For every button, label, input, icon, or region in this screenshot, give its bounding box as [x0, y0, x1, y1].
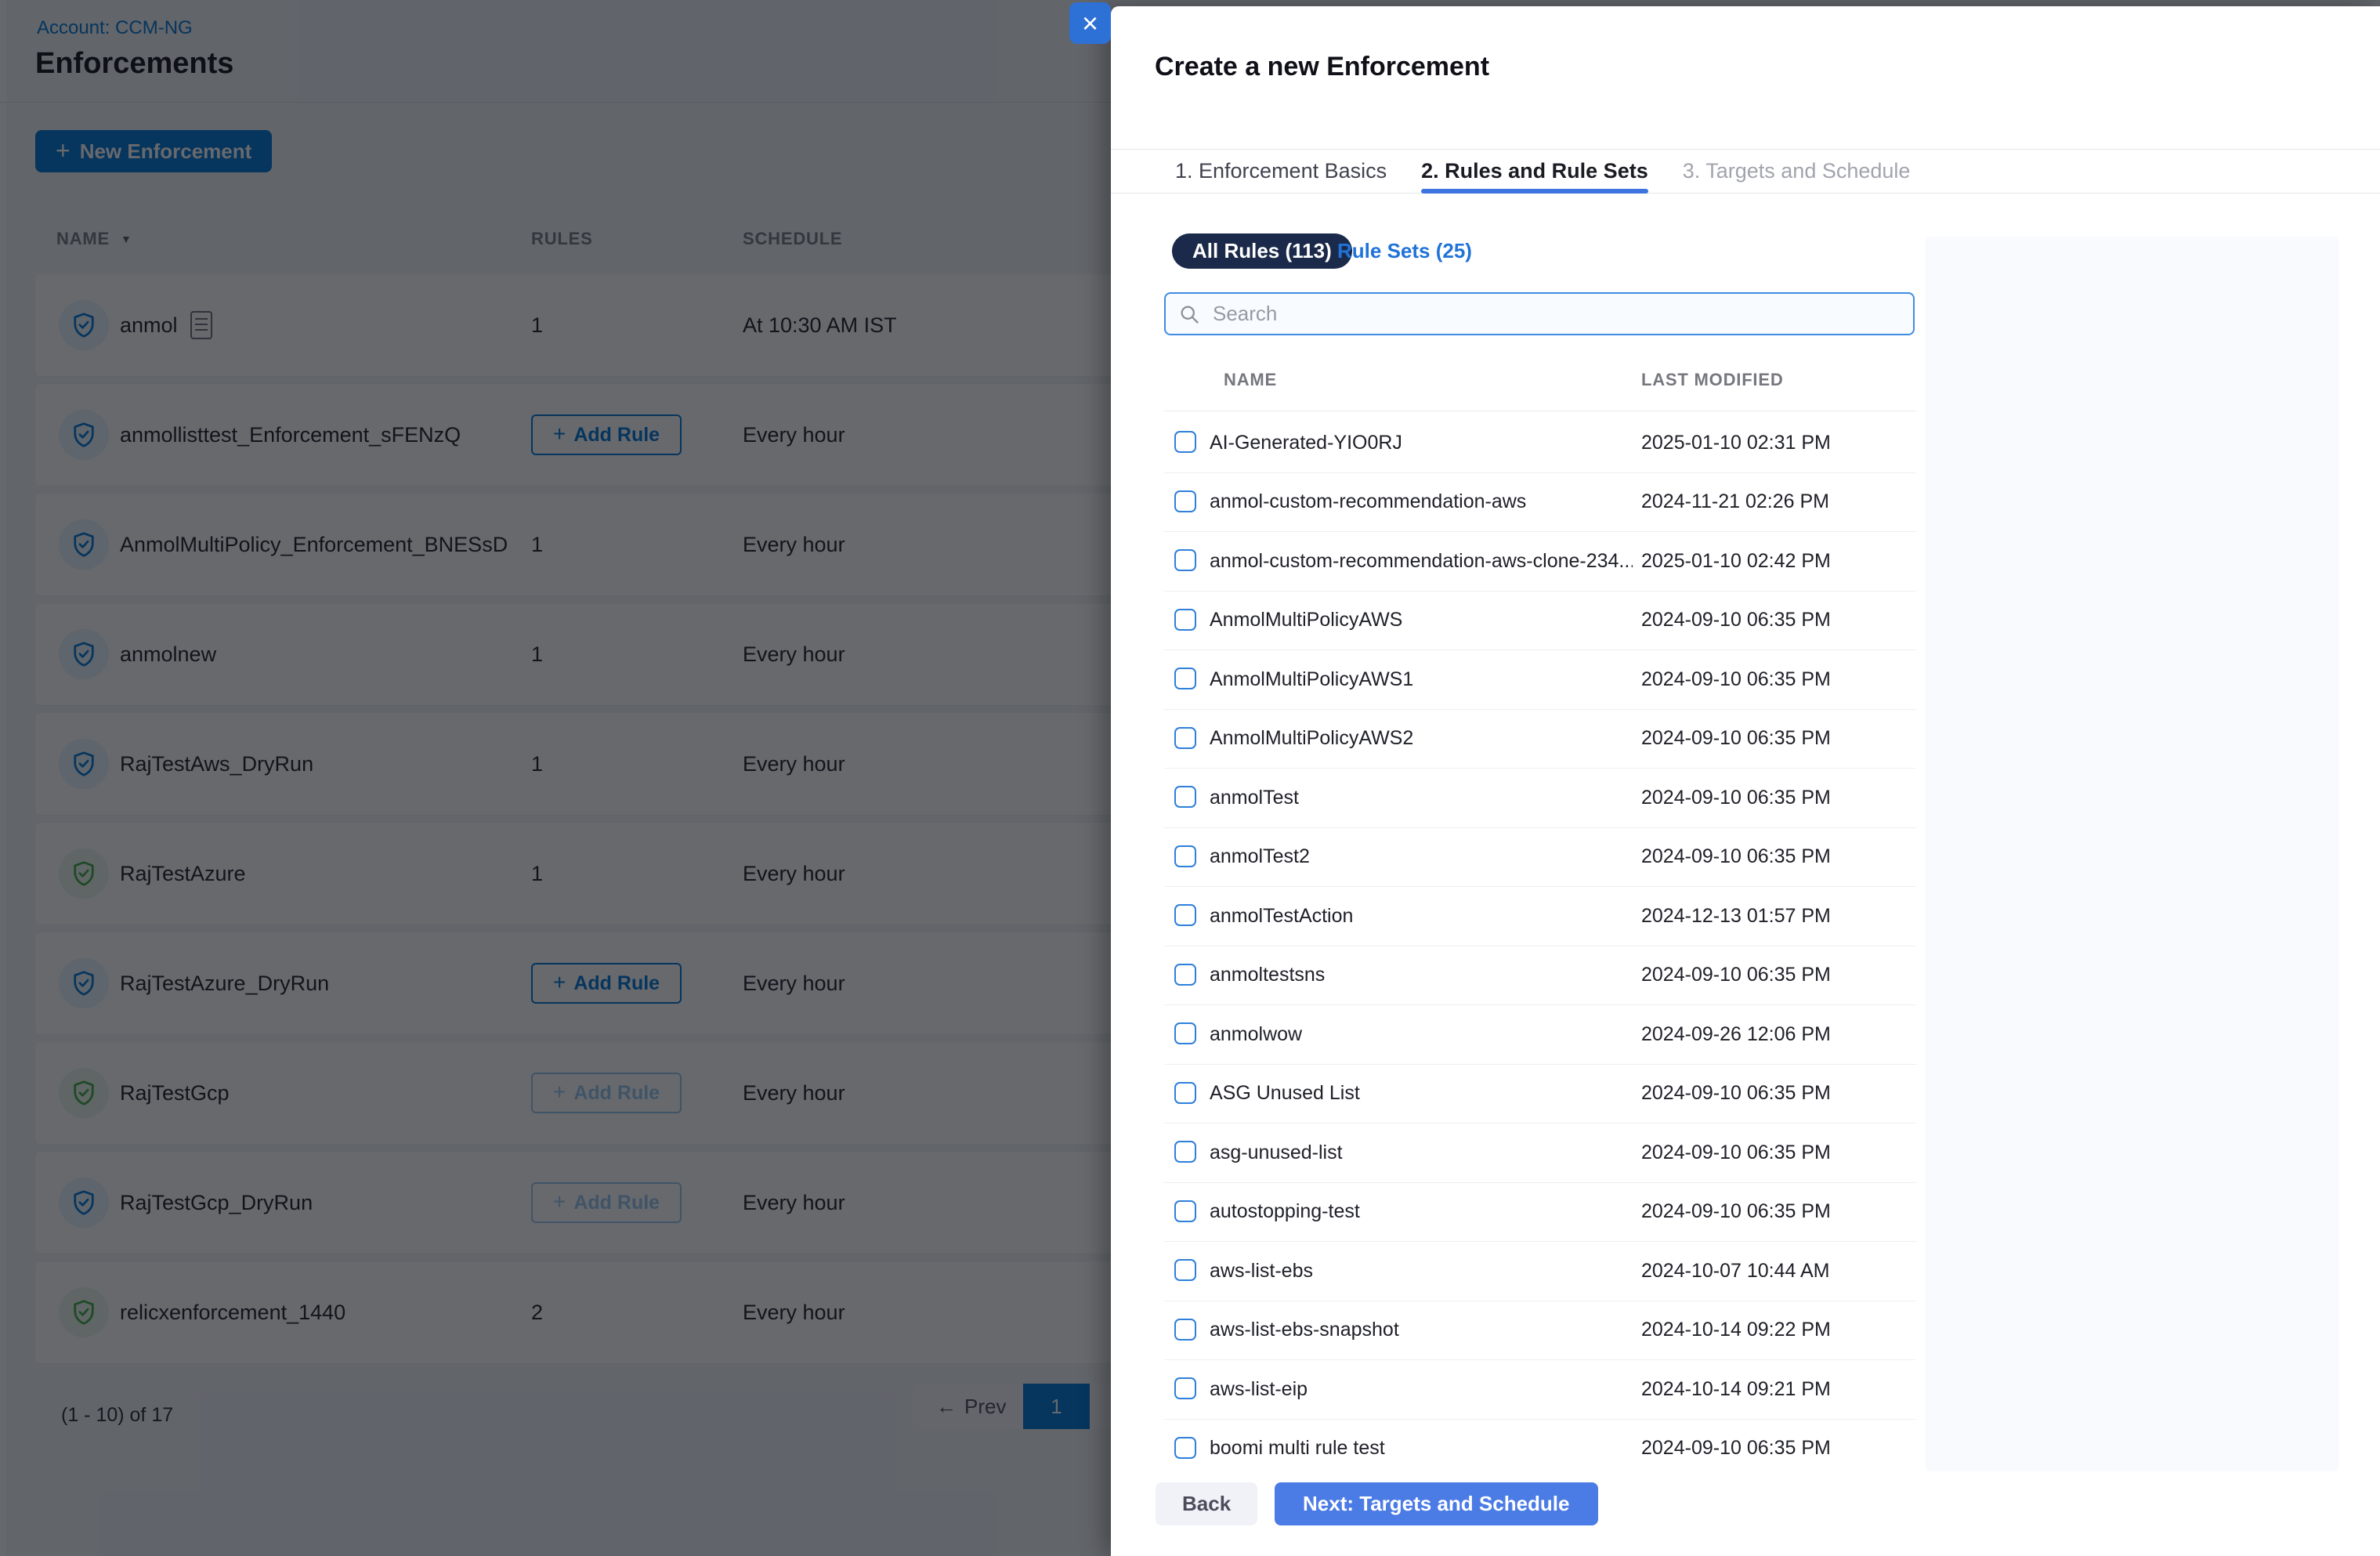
rule-name: autostopping-test [1210, 1200, 1360, 1222]
rule-row[interactable]: anmolTestAction 2024-12-13 01:57 PM [1164, 887, 1916, 946]
rule-row[interactable]: anmolTest2 2024-09-10 06:35 PM [1164, 828, 1916, 887]
rule-name: aws-list-ebs [1210, 1259, 1313, 1282]
rule-name: AnmolMultiPolicyAWS2 [1210, 727, 1414, 749]
rule-last-modified: 2024-09-10 06:35 PM [1641, 964, 1831, 986]
drawer-title: Create a new Enforcement [1155, 52, 1490, 81]
rule-last-modified: 2024-09-10 06:35 PM [1641, 727, 1831, 749]
rule-last-modified: 2024-09-26 12:06 PM [1641, 1022, 1831, 1045]
rule-row[interactable]: AnmolMultiPolicyAWS2 2024-09-10 06:35 PM [1164, 710, 1916, 769]
close-icon: × [1081, 6, 1099, 39]
rule-row[interactable]: aws-list-eip 2024-10-14 09:21 PM [1164, 1360, 1916, 1420]
rule-name: anmol-custom-recommendation-aws [1210, 490, 1527, 512]
rule-row[interactable]: anmolwow 2024-09-26 12:06 PM [1164, 1005, 1916, 1065]
back-button[interactable]: Back [1156, 1482, 1258, 1525]
rules-search-box[interactable] [1164, 292, 1915, 335]
rule-row[interactable]: aws-list-ebs-snapshot 2024-10-14 09:22 P… [1164, 1301, 1916, 1360]
rule-row[interactable]: anmoltestsns 2024-09-10 06:35 PM [1164, 946, 1916, 1005]
rule-checkbox[interactable] [1174, 726, 1196, 749]
rule-row[interactable]: AI-Generated-YIO0RJ 2025-01-10 02:31 PM [1164, 414, 1916, 473]
next-targets-schedule-button[interactable]: Next: Targets and Schedule [1275, 1482, 1598, 1525]
create-enforcement-drawer: × Create a new Enforcement 1. Enforcemen… [1069, 2, 2380, 1556]
wizard-tabs: 1. Enforcement Basics 2. Rules and Rule … [1111, 149, 2380, 194]
rule-name: anmol-custom-recommendation-aws-clone-23… [1210, 549, 1633, 572]
drawer-footer: Back Next: Targets and Schedule [1111, 1482, 2380, 1556]
active-tab-underline [1421, 189, 1648, 194]
rule-last-modified: 2024-11-21 02:26 PM [1641, 490, 1829, 512]
rule-checkbox[interactable] [1174, 963, 1196, 986]
rule-last-modified: 2024-09-10 06:35 PM [1641, 786, 1831, 809]
rule-checkbox[interactable] [1174, 1200, 1196, 1222]
rule-checkbox[interactable] [1174, 490, 1196, 512]
rule-row[interactable]: asg-unused-list 2024-09-10 06:35 PM [1164, 1124, 1916, 1183]
rule-name: anmolTest [1210, 786, 1299, 809]
rule-last-modified: 2024-09-10 06:35 PM [1641, 1141, 1831, 1163]
rule-checkbox[interactable] [1174, 431, 1196, 453]
rule-name: anmoltestsns [1210, 964, 1326, 986]
rule-name: boomi multi rule test [1210, 1437, 1385, 1459]
rules-list: AI-Generated-YIO0RJ 2025-01-10 02:31 PM … [1164, 414, 1916, 1478]
rule-last-modified: 2025-01-10 02:31 PM [1641, 431, 1831, 454]
rule-checkbox[interactable] [1174, 786, 1196, 808]
rule-row[interactable]: anmol-custom-recommendation-aws 2024-11-… [1164, 473, 1916, 532]
rule-checkbox[interactable] [1174, 608, 1196, 631]
rule-last-modified: 2024-09-10 06:35 PM [1641, 1082, 1831, 1104]
rule-name: aws-list-ebs-snapshot [1210, 1319, 1399, 1341]
rule-checkbox[interactable] [1174, 1022, 1196, 1044]
rule-checkbox[interactable] [1174, 1259, 1196, 1281]
rule-last-modified: 2024-10-14 09:22 PM [1641, 1319, 1831, 1341]
rule-checkbox[interactable] [1174, 549, 1196, 571]
rule-row[interactable]: autostopping-test 2024-09-10 06:35 PM [1164, 1183, 1916, 1242]
rule-checkbox[interactable] [1174, 904, 1196, 926]
rule-row[interactable]: ASG Unused List 2024-09-10 06:35 PM [1164, 1065, 1916, 1124]
all-rules-toggle[interactable]: All Rules (113) [1172, 233, 1352, 269]
close-drawer-button[interactable]: × [1069, 2, 1111, 44]
search-input[interactable] [1211, 301, 1901, 327]
rule-row[interactable]: aws-list-ebs 2024-10-07 10:44 AM [1164, 1242, 1916, 1301]
rule-last-modified: 2024-10-14 09:21 PM [1641, 1377, 1831, 1400]
rule-checkbox[interactable] [1174, 668, 1196, 689]
rule-checkbox[interactable] [1174, 1377, 1196, 1399]
rule-last-modified: 2024-09-10 06:35 PM [1641, 609, 1831, 631]
tab-enforcement-basics[interactable]: 1. Enforcement Basics [1175, 150, 1387, 193]
rule-last-modified: 2024-09-10 06:35 PM [1641, 1437, 1831, 1459]
rule-row[interactable]: anmolTest 2024-09-10 06:35 PM [1164, 769, 1916, 828]
rule-name: AnmolMultiPolicyAWS1 [1210, 668, 1414, 690]
rule-name: asg-unused-list [1210, 1141, 1343, 1163]
rules-column-name: NAME [1224, 370, 1277, 389]
rule-row[interactable]: anmol-custom-recommendation-aws-clone-23… [1164, 532, 1916, 592]
rule-row[interactable]: AnmolMultiPolicyAWS1 2024-09-10 06:35 PM [1164, 650, 1916, 710]
rule-name: AI-Generated-YIO0RJ [1210, 431, 1402, 454]
rule-name: anmolTest2 [1210, 845, 1310, 867]
rule-last-modified: 2024-09-10 06:35 PM [1641, 845, 1831, 867]
search-icon [1181, 306, 1199, 324]
rule-checkbox[interactable] [1174, 845, 1196, 867]
rule-name: AnmolMultiPolicyAWS [1210, 609, 1403, 631]
rule-name: aws-list-eip [1210, 1377, 1308, 1400]
rule-sets-toggle[interactable]: Rule Sets (25) [1333, 233, 1477, 269]
rule-last-modified: 2024-09-10 06:35 PM [1641, 1200, 1831, 1222]
rule-name: ASG Unused List [1210, 1082, 1360, 1104]
rule-checkbox[interactable] [1174, 1081, 1196, 1104]
rule-last-modified: 2024-09-10 06:35 PM [1641, 668, 1831, 690]
rule-checkbox[interactable] [1174, 1141, 1196, 1163]
rule-row[interactable]: AnmolMultiPolicyAWS 2024-09-10 06:35 PM [1164, 592, 1916, 650]
rule-last-modified: 2025-01-10 02:42 PM [1641, 549, 1831, 572]
tab-rules-and-rule-sets[interactable]: 2. Rules and Rule Sets [1421, 150, 1648, 194]
rule-checkbox[interactable] [1174, 1318, 1196, 1341]
rule-row[interactable]: boomi multi rule test 2024-09-10 06:35 P… [1164, 1420, 1916, 1478]
rule-name: anmolwow [1210, 1022, 1303, 1045]
tab-targets-and-schedule[interactable]: 3. Targets and Schedule [1683, 150, 1911, 193]
rules-column-last-modified: LAST MODIFIED [1641, 370, 1784, 389]
selected-rules-panel [1926, 237, 2338, 1471]
rule-name: anmolTestAction [1210, 904, 1354, 927]
rule-last-modified: 2024-10-07 10:44 AM [1641, 1259, 1830, 1282]
rule-checkbox[interactable] [1174, 1436, 1196, 1459]
rule-last-modified: 2024-12-13 01:57 PM [1641, 904, 1831, 927]
